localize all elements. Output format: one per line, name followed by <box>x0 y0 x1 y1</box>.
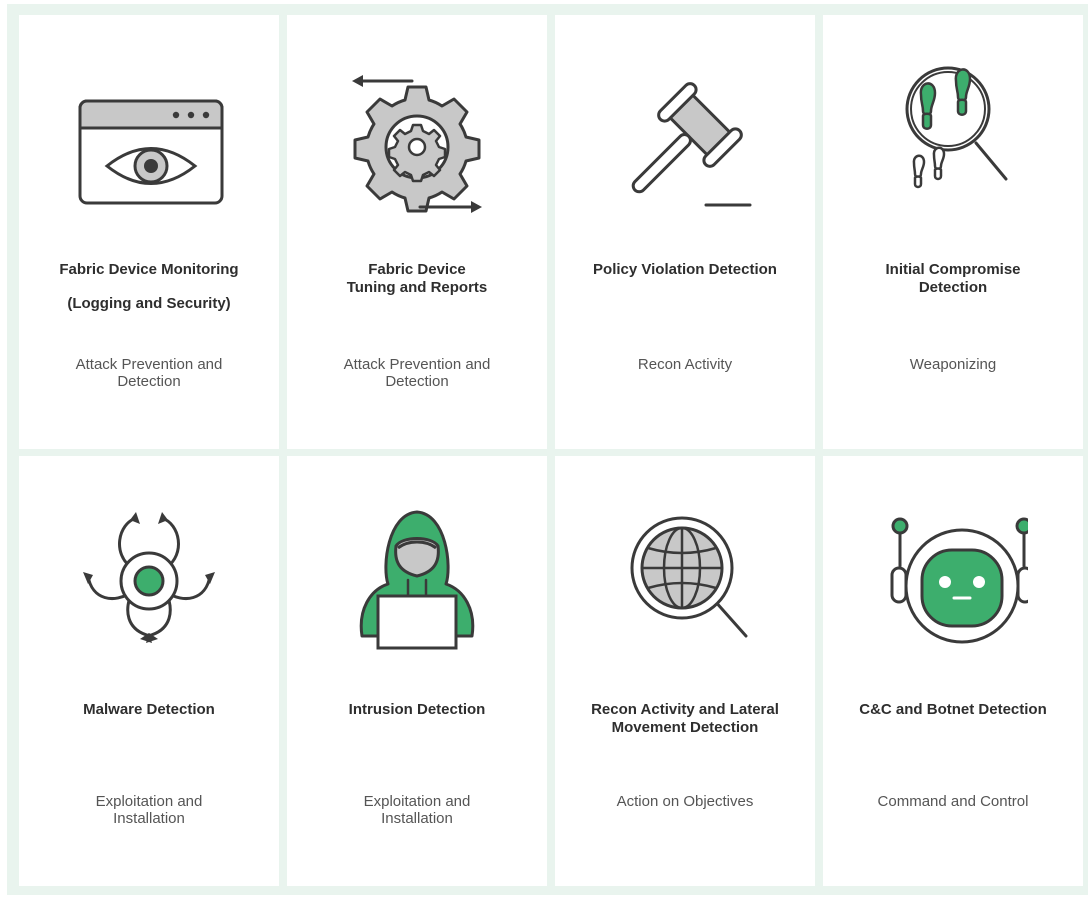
card-cnc-botnet: C&C and Botnet Detection Command and Con… <box>823 456 1083 886</box>
card-title-line: Fabric Device <box>368 261 466 278</box>
gear-arrows-icon <box>342 65 492 215</box>
card-title-line: Initial Compromise <box>885 261 1021 278</box>
card-policy-violation: Policy Violation Detection Recon Activit… <box>555 15 815 449</box>
card-subtitle-line: Detection <box>385 373 449 390</box>
card-title-line: (Logging and Security) <box>67 295 231 312</box>
browser-eye-icon <box>74 65 224 215</box>
card-title: Policy Violation Detection <box>569 261 801 279</box>
card-intrusion-detection: Intrusion Detection Exploitation and Ins… <box>287 456 547 886</box>
card-title: Fabric Device Tuning and Reports <box>301 261 533 297</box>
card-subtitle-line: Detection <box>117 373 181 390</box>
card-subtitle-line: Action on Objectives <box>616 793 754 810</box>
globe-magnifier-icon <box>610 506 760 656</box>
card-title-line: Detection <box>918 279 988 296</box>
card-subtitle-line: Attack Prevention and <box>75 356 223 373</box>
card-title: Fabric Device Monitoring (Logging and Se… <box>33 261 265 313</box>
card-title-line: Recon Activity and Lateral <box>591 701 779 718</box>
footprints-magnifier-icon <box>878 65 1028 215</box>
card-title: Intrusion Detection <box>301 701 533 719</box>
card-title: Initial Compromise Detection <box>837 261 1069 297</box>
card-title: Malware Detection <box>33 701 265 719</box>
card-malware-detection: Malware Detection Exploitation and Insta… <box>19 456 279 886</box>
card-title-line: Policy Violation Detection <box>593 261 777 278</box>
card-fabric-device-tuning: Fabric Device Tuning and Reports Attack … <box>287 15 547 449</box>
card-subtitle: Command and Control <box>837 793 1069 810</box>
card-subtitle: Recon Activity <box>569 356 801 373</box>
card-initial-compromise: Initial Compromise Detection Weaponizing <box>823 15 1083 449</box>
card-subtitle-line: Command and Control <box>877 793 1029 810</box>
card-subtitle-line: Installation <box>381 810 453 827</box>
card-subtitle: Exploitation and Installation <box>33 793 265 827</box>
card-title-line: Malware Detection <box>83 701 215 718</box>
biohazard-icon <box>74 506 224 656</box>
detection-grid: Fabric Device Monitoring (Logging and Se… <box>7 4 1088 895</box>
card-subtitle-line: Exploitation and <box>95 793 203 810</box>
card-subtitle: Exploitation and Installation <box>301 793 533 827</box>
card-title-line: Tuning and Reports <box>346 279 488 296</box>
card-title-line: Intrusion Detection <box>348 701 486 718</box>
card-subtitle: Attack Prevention and Detection <box>301 356 533 390</box>
gavel-icon <box>610 65 760 215</box>
card-fabric-device-monitoring: Fabric Device Monitoring (Logging and Se… <box>19 15 279 449</box>
card-subtitle-line: Recon Activity <box>637 356 733 373</box>
card-title: Recon Activity and Lateral Movement Dete… <box>569 701 801 737</box>
card-title-line: Fabric Device Monitoring <box>59 261 239 278</box>
robot-head-icon <box>878 506 1028 656</box>
card-subtitle: Weaponizing <box>837 356 1069 373</box>
hooded-hacker-icon <box>342 506 492 656</box>
card-recon-lateral-movement: Recon Activity and Lateral Movement Dete… <box>555 456 815 886</box>
card-subtitle-line: Exploitation and <box>363 793 471 810</box>
card-subtitle: Action on Objectives <box>569 793 801 810</box>
card-title-line: Movement Detection <box>611 719 759 736</box>
card-subtitle-line: Attack Prevention and <box>343 356 491 373</box>
card-subtitle: Attack Prevention and Detection <box>33 356 265 390</box>
card-subtitle-line: Weaponizing <box>909 356 997 373</box>
card-title: C&C and Botnet Detection <box>837 701 1069 719</box>
card-title-line: C&C and Botnet Detection <box>859 701 1047 718</box>
card-subtitle-line: Installation <box>113 810 185 827</box>
